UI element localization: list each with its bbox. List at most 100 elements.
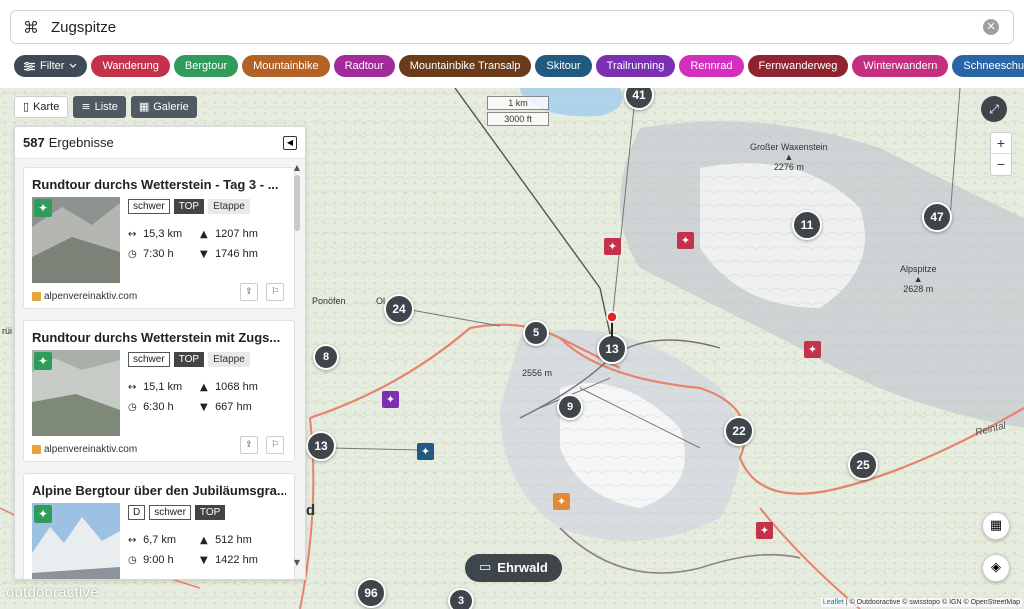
- distance-icon: ↔: [128, 229, 137, 240]
- chip-schneeschuh[interactable]: Schneeschuh: [952, 55, 1024, 77]
- source-logo-icon: [32, 445, 41, 454]
- results-count: 587: [23, 135, 45, 150]
- chip-bergtour[interactable]: Bergtour: [173, 55, 239, 77]
- chip-mountainbike[interactable]: Mountainbike: [242, 55, 330, 77]
- tour-card[interactable]: Rundtour durchs Wetterstein - Tag 3 - ..…: [23, 167, 295, 309]
- book-icon: ▭: [479, 560, 492, 575]
- cluster-marker[interactable]: 24: [384, 294, 414, 324]
- tour-title[interactable]: Rundtour durchs Wetterstein - Tag 3 - ..…: [32, 177, 286, 192]
- cluster-marker-selected[interactable]: 13: [597, 334, 627, 364]
- ascent-value: 1207 hm: [215, 228, 258, 240]
- tour-source[interactable]: alpenvereinaktiv.com: [32, 444, 137, 455]
- fullscreen-icon[interactable]: ⤢: [981, 96, 1007, 122]
- chip-wanderung[interactable]: Wanderung: [91, 55, 170, 77]
- view-gallery-label: Galerie: [153, 101, 189, 113]
- results-scrollbar[interactable]: ▲ ▼: [292, 163, 302, 567]
- share-icon[interactable]: ⇪: [240, 283, 258, 301]
- tour-card[interactable]: Alpine Bergtour über den Jubiläumsgra...…: [23, 473, 295, 579]
- cluster-marker[interactable]: 5: [523, 320, 549, 346]
- scrollbar-thumb[interactable]: [294, 175, 300, 231]
- sliders-icon: [24, 61, 35, 71]
- tour-tags: schwer TOP Etappe: [128, 199, 250, 214]
- climbing-pin-icon[interactable]: ✦: [553, 493, 570, 510]
- attribution-leaflet-link[interactable]: Leaflet: [823, 599, 844, 606]
- chip-skitour[interactable]: Skitour: [535, 55, 592, 77]
- layers-icon[interactable]: ◈: [982, 554, 1010, 582]
- search-bar[interactable]: ⌘ ✕: [10, 10, 1014, 44]
- peak-height: 2628 m: [903, 284, 934, 294]
- gallery-icon: ▦: [138, 100, 150, 113]
- peak-name: Alpspitze: [900, 264, 937, 274]
- tour-card[interactable]: Rundtour durchs Wetterstein mit Zugs... …: [23, 320, 295, 462]
- hiking-pin-icon[interactable]: ✦: [804, 341, 821, 358]
- scroll-up-icon[interactable]: ▲: [292, 163, 302, 172]
- hiking-pin-icon[interactable]: ✦: [677, 232, 694, 249]
- skitour-pin-icon[interactable]: ✦: [417, 443, 434, 460]
- map-icon: ▯: [23, 100, 30, 113]
- descent-icon: ▼: [200, 555, 208, 566]
- cluster-marker[interactable]: 96: [356, 578, 386, 608]
- share-icon[interactable]: ⇪: [240, 436, 258, 454]
- chip-radtour[interactable]: Radtour: [333, 55, 395, 77]
- tour-image[interactable]: ✦: [32, 350, 120, 436]
- cluster-marker[interactable]: 25: [848, 450, 878, 480]
- tour-title[interactable]: Rundtour durchs Wetterstein mit Zugs...: [32, 330, 286, 345]
- chip-mountainbike-transalp[interactable]: Mountainbike Transalp: [398, 55, 532, 77]
- tour-image[interactable]: ✦: [32, 197, 120, 283]
- hiking-icon: ✦: [34, 352, 52, 370]
- chip-rennrad[interactable]: Rennrad: [679, 55, 744, 77]
- map-scale: 1 km 3000 ft: [487, 96, 549, 128]
- peak-alpspitze: Alpspitze ▲ 2628 m: [900, 264, 937, 294]
- cluster-marker[interactable]: 47: [922, 202, 952, 232]
- cluster-marker[interactable]: 3: [448, 588, 474, 609]
- view-list-button[interactable]: ≡ Liste: [73, 96, 126, 118]
- hiking-pin-icon[interactable]: ✦: [604, 238, 621, 255]
- top-tag: TOP: [194, 505, 226, 520]
- map-legend-icon[interactable]: ▦: [982, 512, 1010, 540]
- descent-icon: ▼: [200, 402, 208, 413]
- tour-title[interactable]: Alpine Bergtour über den Jubiläumsgra...: [32, 483, 286, 498]
- tour-tags: D schwer TOP: [128, 505, 226, 520]
- clock-icon: ◷: [128, 555, 137, 566]
- descent-value: 667 hm: [215, 401, 252, 413]
- cluster-marker[interactable]: 13: [306, 431, 336, 461]
- place-ponoefen: Ponöfen: [312, 296, 346, 306]
- chip-trailrunning[interactable]: Trailrunning: [595, 55, 676, 77]
- scroll-down-icon[interactable]: ▼: [292, 558, 302, 567]
- location-button[interactable]: ▭ Ehrwald: [465, 554, 562, 582]
- descent-icon: ▼: [200, 249, 208, 260]
- app: ⌘ ✕ Filter Wanderung Bergtour Mountainbi…: [0, 0, 1024, 609]
- command-icon: ⌘: [23, 17, 39, 37]
- elevation-label: 2556 m: [522, 368, 553, 378]
- filter-button[interactable]: Filter: [14, 55, 88, 77]
- search-input[interactable]: [51, 18, 983, 36]
- tour-image[interactable]: ✦: [32, 503, 120, 579]
- collapse-panel-icon[interactable]: ◀: [283, 135, 297, 150]
- bookmark-icon[interactable]: ⚐: [266, 436, 284, 454]
- zoom-in-button[interactable]: +: [991, 133, 1011, 154]
- hiking-pin-icon[interactable]: ✦: [756, 522, 773, 539]
- trailrunning-pin-icon[interactable]: ✦: [382, 391, 399, 408]
- clock-icon: ◷: [128, 249, 137, 260]
- view-gallery-button[interactable]: ▦ Galerie: [130, 96, 197, 118]
- tour-source[interactable]: alpenvereinaktiv.com: [32, 291, 137, 302]
- cluster-marker[interactable]: 8: [313, 344, 339, 370]
- cluster-marker[interactable]: 9: [557, 394, 583, 420]
- selected-location-pin[interactable]: [605, 310, 619, 338]
- peak-height: 2276 m: [773, 162, 804, 172]
- distance-value: 15,1 km: [143, 381, 183, 393]
- bookmark-icon[interactable]: ⚐: [266, 283, 284, 301]
- top-tag: TOP: [173, 199, 205, 214]
- tour-distance: ↔ 6,7 km: [128, 534, 176, 546]
- clear-icon[interactable]: ✕: [983, 19, 999, 35]
- view-map-button[interactable]: ▯ Karte: [14, 96, 69, 118]
- tour-duration: ◷ 7:30 h: [128, 248, 174, 260]
- chip-fernwanderweg[interactable]: Fernwanderweg: [747, 55, 849, 77]
- chip-winterwandern[interactable]: Winterwandern: [852, 55, 949, 77]
- location-button-label: Ehrwald: [497, 560, 548, 575]
- zoom-out-button[interactable]: −: [991, 154, 1011, 175]
- duration-value: 7:30 h: [143, 248, 174, 260]
- view-list-label: Liste: [94, 101, 118, 113]
- cluster-marker[interactable]: 11: [792, 210, 822, 240]
- cluster-marker[interactable]: 22: [724, 416, 754, 446]
